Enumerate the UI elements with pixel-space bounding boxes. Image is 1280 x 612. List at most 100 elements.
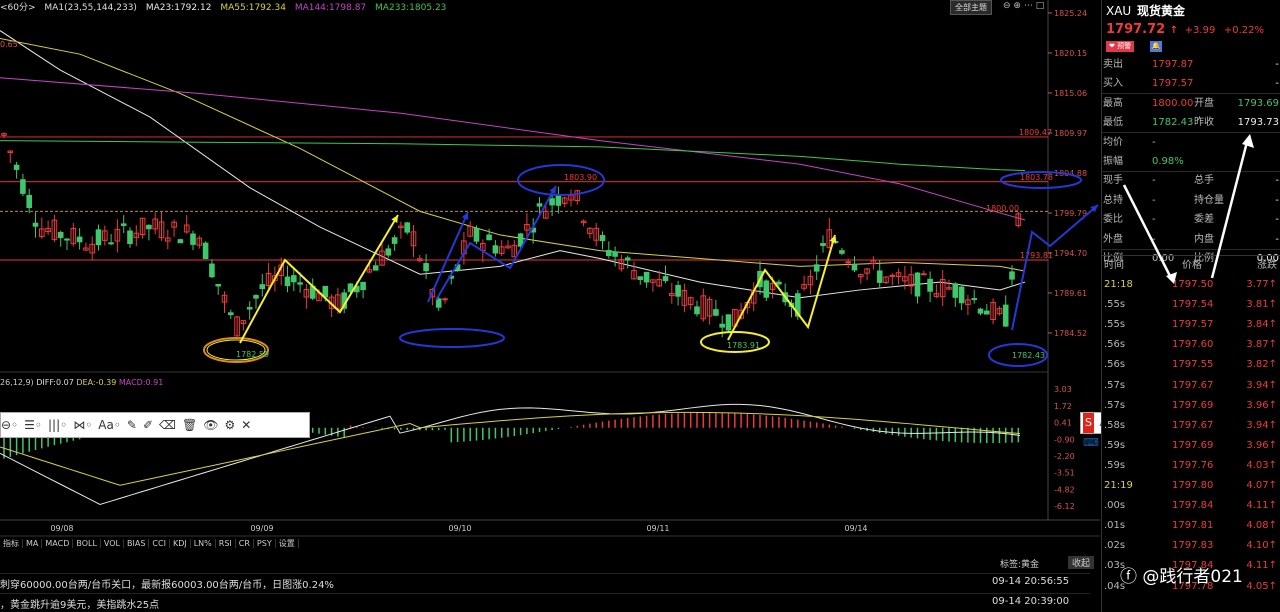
chart-controls[interactable]: ⊖ ⊕ ⋯ □ — [1003, 1, 1044, 11]
sogou-icon[interactable]: S — [1083, 413, 1094, 433]
ma233-value: MA233:1805.23 — [375, 3, 447, 13]
candle-body — [76, 236, 83, 243]
drawing-tool-3-icon[interactable]: ⋈◦ — [73, 413, 92, 437]
chart-canvas[interactable]: 1825.241820.151815.061809.971804.881799.… — [0, 0, 1100, 612]
indicator-tab[interactable]: KDJ — [169, 539, 191, 548]
news-item[interactable]: 刺穿60000.00台两/台币关口，最新报60003.00台两/台币，日图涨0.… — [0, 573, 1090, 592]
candle-body — [95, 229, 102, 246]
indicator-tab[interactable]: BOLL — [73, 539, 101, 548]
ma-params: MA1(23,55,144,233) — [44, 3, 137, 13]
indicator-tab[interactable]: 指标 — [0, 539, 23, 548]
macd-tick-label: -6.12 — [1054, 502, 1075, 511]
candle-body — [253, 295, 259, 299]
macd-tick-label: -4.82 — [1054, 485, 1075, 494]
price-tick-label: 1799.79 — [1054, 209, 1087, 218]
candle-body — [259, 284, 266, 290]
more-icon[interactable]: ⋯ — [1024, 1, 1033, 11]
indicator-tab[interactable]: CR — [235, 539, 254, 548]
yellow-arrow-1 — [239, 214, 399, 344]
candle-body — [549, 198, 555, 206]
indicator-tab[interactable]: MA — [23, 539, 43, 548]
watermark: ⓕ @践行者021 — [1120, 562, 1243, 587]
drawing-tool-5-icon[interactable]: ✎ — [127, 413, 137, 437]
hline-label-1793: 1793.81 — [1020, 251, 1053, 260]
candle-body — [845, 261, 852, 264]
candle-body — [13, 164, 20, 170]
indicator-tab[interactable]: BIAS — [124, 539, 150, 548]
indicator-tab[interactable]: CCI — [149, 539, 170, 548]
drawing-tool-9-icon[interactable]: 👁 — [203, 413, 218, 437]
candle-body — [725, 314, 732, 331]
indicator-tab[interactable]: RSI — [215, 539, 236, 548]
candle-body — [297, 282, 303, 285]
candle-body — [190, 233, 196, 245]
drawing-tool-2-icon[interactable]: |||◦ — [48, 413, 67, 437]
candle-body — [57, 231, 64, 239]
indicator-tab[interactable]: VOL — [100, 539, 125, 548]
candle-body — [927, 278, 933, 292]
candle-body — [385, 248, 392, 256]
candle-body — [977, 308, 984, 314]
ma-header: <60分> MA1(23,55,144,233) MA23:1792.12 MA… — [0, 0, 452, 13]
high-label-1: 1803.90 — [564, 173, 597, 182]
macd-tick-label: 1.72 — [1054, 402, 1072, 411]
collapse-button[interactable]: 收起 — [1068, 556, 1095, 569]
news-time: 09-14 20:39:00 — [992, 596, 1070, 607]
news-item[interactable]: ，黄金跳升逾9美元，美指跳水25点 09-14 20:39:00 — [0, 593, 1090, 612]
zoom-in-icon[interactable]: ⊕ — [1013, 1, 1021, 11]
drawing-tool-10-icon[interactable]: ⚙ — [224, 413, 235, 437]
candle-body — [423, 263, 429, 272]
candle-body — [624, 257, 631, 261]
ma55-value: MA55:1792.34 — [220, 3, 286, 13]
candle-body — [1009, 271, 1015, 280]
drawing-tool-0-icon[interactable]: ⊖◦ — [1, 413, 18, 437]
drawing-tool-6-icon[interactable]: ✐ — [143, 413, 153, 437]
drawing-tool-7-icon[interactable]: ⌫ — [159, 413, 176, 437]
macd-diff: DIFF:0.07 — [36, 378, 74, 387]
indicator-tab[interactable]: 设置 — [275, 539, 299, 548]
macd-tick-label: 3.03 — [1054, 385, 1072, 394]
ma23-line — [0, 30, 1026, 299]
drawing-tool-1-icon[interactable]: ☰◦ — [24, 413, 42, 437]
ma55-line — [0, 37, 1026, 272]
date-tick-label: 09/10 — [448, 524, 471, 533]
candle-body — [177, 239, 184, 244]
maximize-icon[interactable]: □ — [1036, 1, 1045, 11]
period-label[interactable]: <60分> — [0, 3, 36, 13]
candle-body — [26, 194, 32, 209]
candle-body — [435, 298, 442, 308]
low-label-3: 1782.43 — [1012, 351, 1045, 360]
price-tick-label: 1825.24 — [1054, 9, 1087, 18]
indicator-tabs: 指标 MA MACD BOLL VOL BIAS CCI KDJ LN% RSI CR PSY 设置 — [0, 538, 299, 550]
ma233-line — [0, 140, 1026, 171]
left-edge-value: 0.65 — [0, 40, 18, 49]
zoom-out-icon[interactable]: ⊖ — [1003, 1, 1011, 11]
hline-label-1803: 1803.78 — [1020, 173, 1053, 182]
candle-body — [209, 263, 215, 278]
date-tick-label: 09/08 — [50, 524, 73, 533]
kline-chart[interactable]: 1825.24 1820.15 1815.06 1809.97 1804.88 1799.… — [0, 0, 1100, 612]
ma23-value: MA23:1792.12 — [145, 3, 212, 13]
indicator-tab[interactable]: PSY — [253, 539, 276, 548]
ma144-value: MA144:1798.87 — [294, 3, 367, 13]
price-tick-label: 1784.52 — [1054, 329, 1087, 338]
drawing-tool-8-icon[interactable]: 🗑 — [182, 413, 197, 437]
drawing-tool-4-icon[interactable]: Aa◦ — [98, 413, 121, 437]
watermark-text: @践行者021 — [1142, 567, 1243, 587]
indicator-tab[interactable]: MACD — [42, 539, 74, 548]
candle-body — [971, 298, 978, 301]
indicator-tab[interactable]: LN% — [190, 539, 216, 548]
ime-keyboard-icon[interactable]: ⌨ — [1083, 433, 1099, 453]
candle-body — [637, 276, 644, 280]
candle-body — [442, 298, 448, 301]
macd-header: 26,12,9) DIFF:0.07 DEA:-0.39 MACD:0.91 — [0, 378, 163, 387]
news-time: 09-14 20:56:55 — [992, 576, 1070, 587]
candle-body — [20, 179, 26, 194]
theme-button[interactable]: 全部主题 — [950, 0, 992, 15]
candle-body — [486, 234, 492, 241]
drawing-tool-11-icon[interactable]: ✕ — [241, 413, 251, 437]
blue-arrow-3 — [1011, 204, 1099, 331]
candle-body — [120, 223, 127, 226]
candle-body — [473, 227, 480, 242]
news-text: 刺穿60000.00台两/台币关口，最新报60003.00台两/台币，日图涨0.… — [0, 580, 334, 591]
